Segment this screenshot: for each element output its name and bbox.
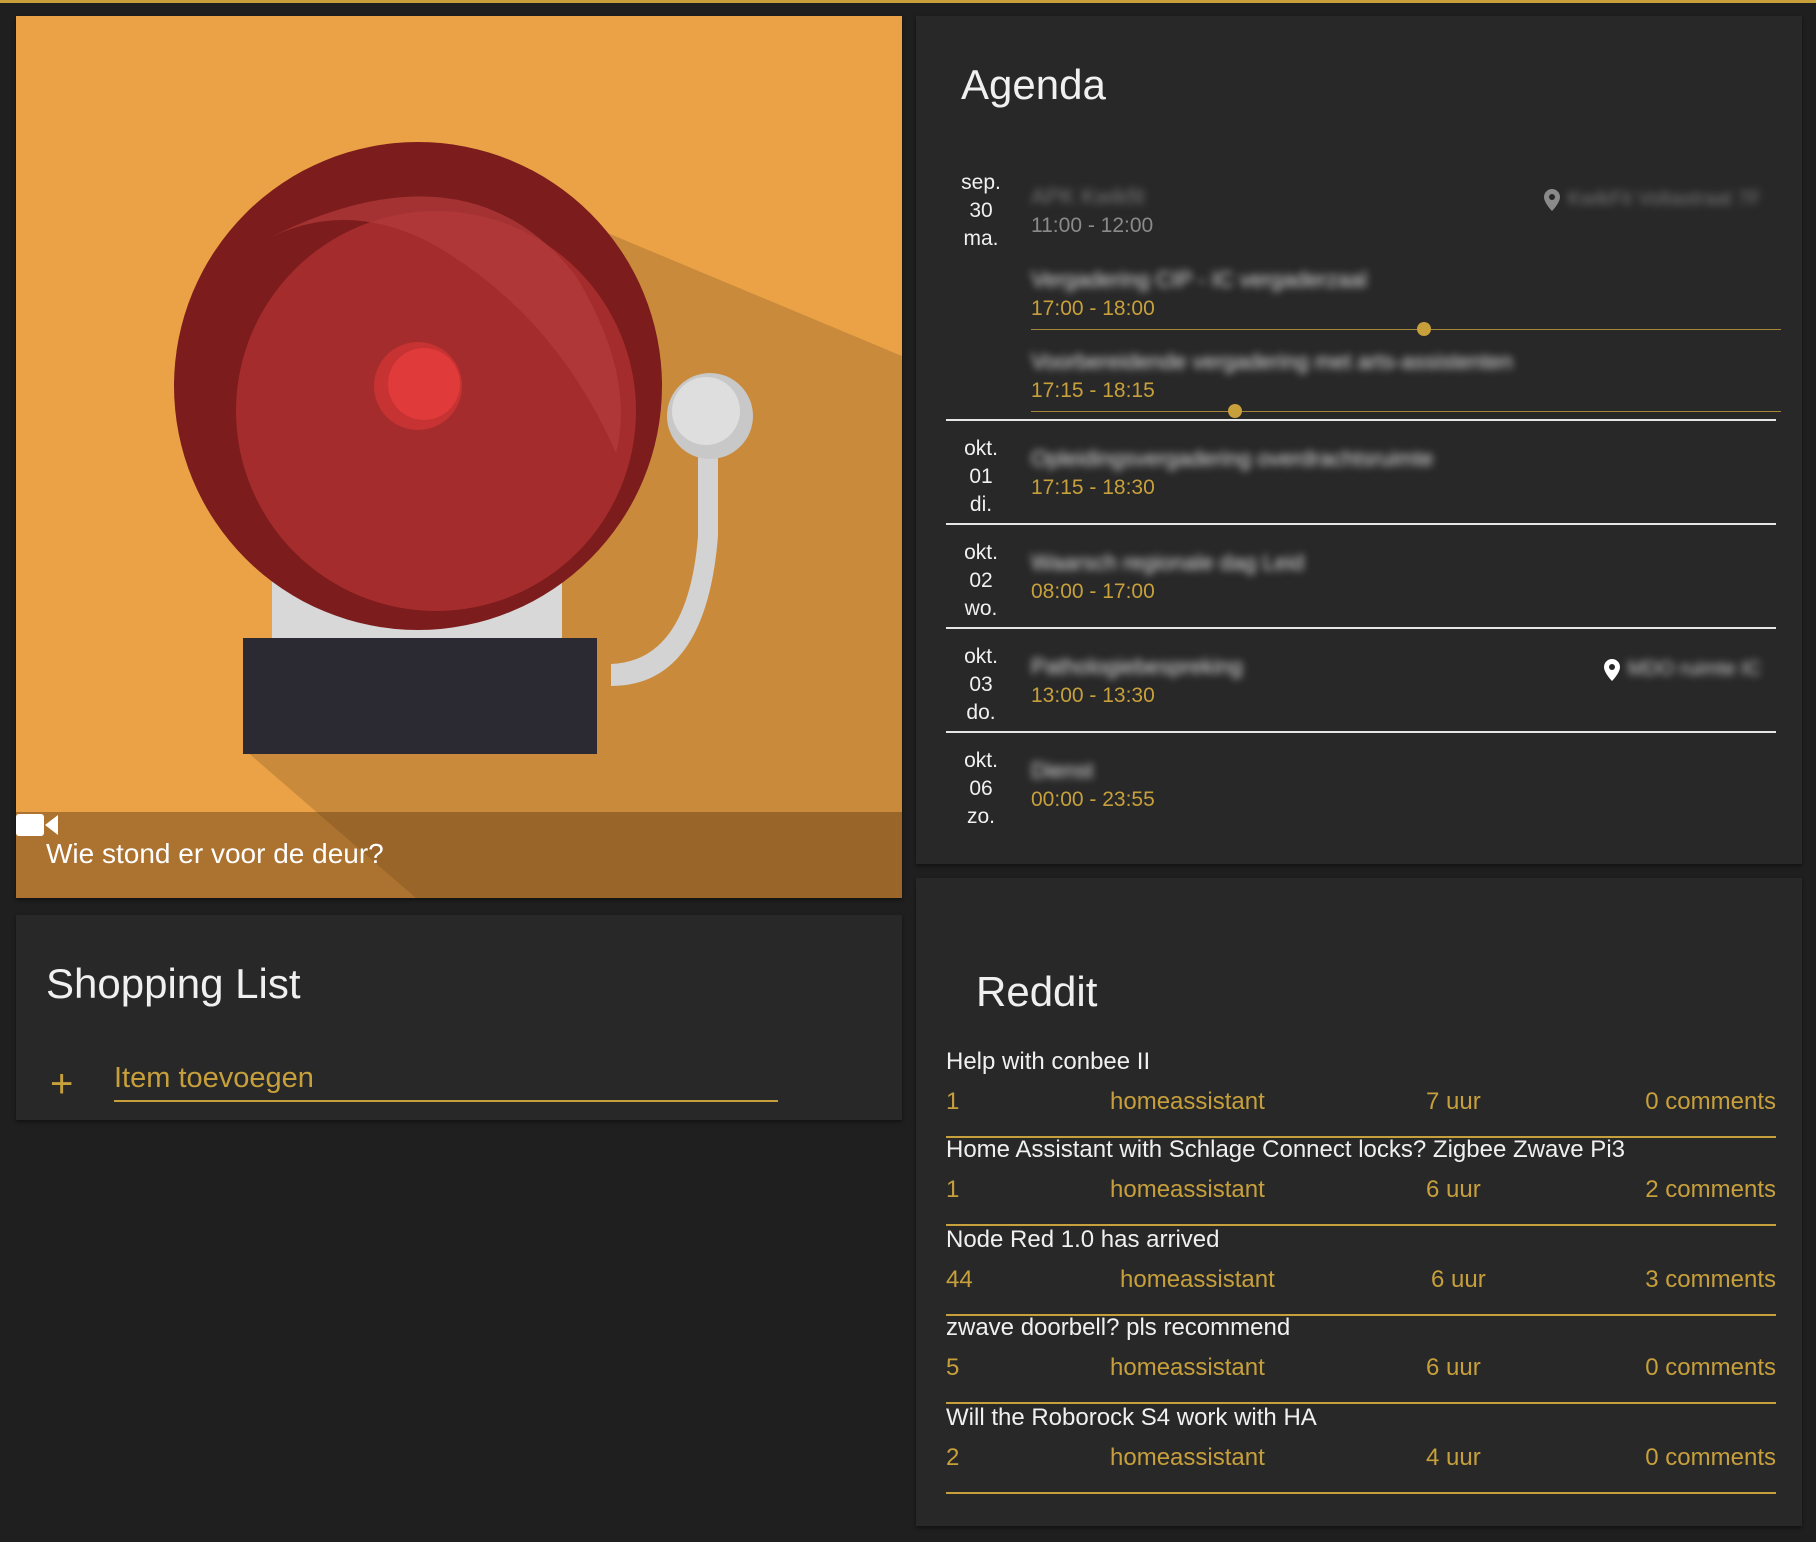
agenda-day: sep. 30 ma. APK Kwikfit 11:00 - 12:00 Kw… bbox=[946, 161, 1781, 421]
post-subreddit[interactable]: homeassistant bbox=[1120, 1266, 1275, 1294]
post-title[interactable]: Home Assistant with Schlage Connect lock… bbox=[946, 1136, 1625, 1164]
date-weekday: zo. bbox=[966, 805, 995, 828]
post-age: 6 uur bbox=[1426, 1176, 1481, 1203]
date-day: 30 bbox=[969, 199, 993, 222]
plus-icon[interactable]: + bbox=[50, 1064, 73, 1104]
agenda-day: okt. 03 do. Pathologiebespreking 13:00 -… bbox=[946, 629, 1776, 733]
post-age: 7 uur bbox=[1426, 1088, 1481, 1115]
video-camera-icon[interactable] bbox=[16, 812, 58, 838]
post-score: 44 bbox=[946, 1266, 973, 1293]
event-location-text: KwikFit Voltastraat 7F bbox=[1567, 188, 1761, 210]
agenda-event[interactable]: Waarsch regionale dag Leid 08:00 - 17:00 bbox=[1031, 550, 1771, 604]
event-time: 00:00 - 23:55 bbox=[1031, 788, 1155, 811]
post-comments[interactable]: 0 comments bbox=[1645, 1354, 1776, 1382]
post-subreddit[interactable]: homeassistant bbox=[1110, 1088, 1265, 1116]
agenda-event[interactable]: Pathologiebespreking 13:00 - 13:30 MDO r… bbox=[1031, 654, 1771, 708]
event-time: 17:15 - 18:30 bbox=[1031, 476, 1155, 499]
post-subreddit[interactable]: homeassistant bbox=[1110, 1444, 1265, 1472]
reddit-post[interactable]: zwave doorbell? pls recommend 5 homeassi… bbox=[946, 1314, 1776, 1404]
date-month: okt. bbox=[964, 437, 998, 460]
agenda-event[interactable]: Voorbereidende vergadering met arts-assi… bbox=[1031, 349, 1771, 403]
event-time: 08:00 - 17:00 bbox=[1031, 580, 1155, 603]
reddit-post[interactable]: Home Assistant with Schlage Connect lock… bbox=[946, 1136, 1776, 1226]
event-location-text: MDO ruimte IC bbox=[1627, 658, 1761, 680]
date-day: 03 bbox=[969, 673, 993, 696]
reddit-card: Reddit Help with conbee II 1 homeassista… bbox=[916, 878, 1802, 1526]
post-title[interactable]: Help with conbee II bbox=[946, 1048, 1150, 1076]
post-score: 2 bbox=[946, 1444, 960, 1471]
agenda-event[interactable]: Vergadering CIP - IC vergaderzaal 17:00 … bbox=[1031, 267, 1771, 321]
bell-illustration bbox=[174, 142, 902, 898]
agenda-day: okt. 01 di. Opleidingsvergadering overdr… bbox=[946, 421, 1776, 525]
post-subreddit[interactable]: homeassistant bbox=[1110, 1354, 1265, 1382]
date-weekday: wo. bbox=[964, 597, 998, 620]
date-day: 01 bbox=[969, 465, 993, 488]
event-time: 17:15 - 18:15 bbox=[1031, 379, 1155, 402]
event-time: 17:00 - 18:00 bbox=[1031, 297, 1155, 320]
reddit-post[interactable]: Help with conbee II 1 homeassistant 7 uu… bbox=[946, 1048, 1776, 1138]
agenda-title: Agenda bbox=[961, 61, 1106, 108]
agenda-event[interactable]: APK Kwikfit 11:00 - 12:00 KwikFit Voltas… bbox=[1031, 184, 1771, 238]
event-time: 11:00 - 12:00 bbox=[1031, 214, 1154, 237]
event-location: MDO ruimte IC bbox=[1603, 658, 1761, 681]
now-indicator bbox=[1031, 322, 1781, 336]
agenda-event[interactable]: Dienst 00:00 - 23:55 bbox=[1031, 758, 1771, 812]
date-weekday: ma. bbox=[963, 227, 999, 250]
date-month: okt. bbox=[964, 645, 998, 668]
agenda-card: Agenda sep. 30 ma. APK Kwikfit 11:00 - 1… bbox=[916, 16, 1802, 864]
event-title: Voorbereidende vergadering met arts-assi… bbox=[1031, 349, 1513, 374]
reddit-post[interactable]: Will the Roborock S4 work with HA 2 home… bbox=[946, 1404, 1776, 1494]
agenda-event[interactable]: Opleidingsvergadering overdrachtsruimte … bbox=[1031, 446, 1771, 500]
agenda-date: okt. 06 zo. bbox=[946, 747, 1016, 831]
post-title[interactable]: zwave doorbell? pls recommend bbox=[946, 1314, 1290, 1342]
reddit-post[interactable]: Node Red 1.0 has arrived 44 homeassistan… bbox=[946, 1226, 1776, 1316]
post-title[interactable]: Node Red 1.0 has arrived bbox=[946, 1226, 1220, 1254]
now-indicator bbox=[1031, 404, 1781, 418]
reddit-title: Reddit bbox=[976, 968, 1098, 1015]
agenda-day: okt. 02 wo. Waarsch regionale dag Leid 0… bbox=[946, 525, 1776, 629]
post-comments[interactable]: 2 comments bbox=[1645, 1176, 1776, 1204]
add-item-input[interactable] bbox=[114, 1058, 778, 1098]
camera-title: Wie stond er voor de deur? bbox=[46, 838, 384, 869]
doorbell-camera-card[interactable]: Wie stond er voor de deur? bbox=[16, 16, 902, 898]
event-location: KwikFit Voltastraat 7F bbox=[1543, 188, 1761, 211]
event-title: Vergadering CIP - IC vergaderzaal bbox=[1031, 267, 1367, 292]
now-indicator-dot bbox=[1417, 322, 1431, 336]
post-score: 5 bbox=[946, 1354, 960, 1381]
post-age: 4 uur bbox=[1426, 1444, 1481, 1471]
top-accent-line bbox=[0, 0, 1816, 3]
map-pin-icon bbox=[1603, 658, 1620, 681]
agenda-date: okt. 01 di. bbox=[946, 435, 1016, 519]
event-time: 13:00 - 13:30 bbox=[1031, 684, 1155, 707]
map-pin-icon bbox=[1543, 188, 1560, 211]
date-month: okt. bbox=[964, 541, 998, 564]
date-day: 06 bbox=[969, 777, 993, 800]
now-indicator-dot bbox=[1228, 404, 1242, 418]
agenda-day: okt. 06 zo. Dienst 00:00 - 23:55 bbox=[946, 733, 1776, 835]
post-age: 6 uur bbox=[1431, 1266, 1486, 1293]
post-subreddit[interactable]: homeassistant bbox=[1110, 1176, 1265, 1204]
post-title[interactable]: Will the Roborock S4 work with HA bbox=[946, 1404, 1317, 1432]
date-weekday: di. bbox=[969, 493, 993, 516]
add-item-field bbox=[114, 1058, 778, 1102]
agenda-date: okt. 02 wo. bbox=[946, 539, 1016, 623]
agenda-date: okt. 03 do. bbox=[946, 643, 1016, 727]
date-weekday: do. bbox=[966, 701, 996, 724]
post-age: 6 uur bbox=[1426, 1354, 1481, 1381]
post-comments[interactable]: 3 comments bbox=[1645, 1266, 1776, 1294]
date-month: sep. bbox=[961, 171, 1001, 194]
agenda-date: sep. 30 ma. bbox=[946, 169, 1016, 253]
event-title: Dienst bbox=[1031, 758, 1094, 783]
post-score: 1 bbox=[946, 1176, 960, 1203]
post-comments[interactable]: 0 comments bbox=[1645, 1088, 1776, 1116]
date-month: okt. bbox=[964, 749, 998, 772]
event-title: Waarsch regionale dag Leid bbox=[1031, 550, 1305, 575]
camera-caption-bar: Wie stond er voor de deur? bbox=[16, 812, 902, 898]
post-score: 1 bbox=[946, 1088, 960, 1115]
post-comments[interactable]: 0 comments bbox=[1645, 1444, 1776, 1472]
shopping-list-title: Shopping List bbox=[46, 960, 301, 1007]
date-day: 02 bbox=[969, 569, 993, 592]
event-title: Opleidingsvergadering overdrachtsruimte bbox=[1031, 446, 1434, 471]
